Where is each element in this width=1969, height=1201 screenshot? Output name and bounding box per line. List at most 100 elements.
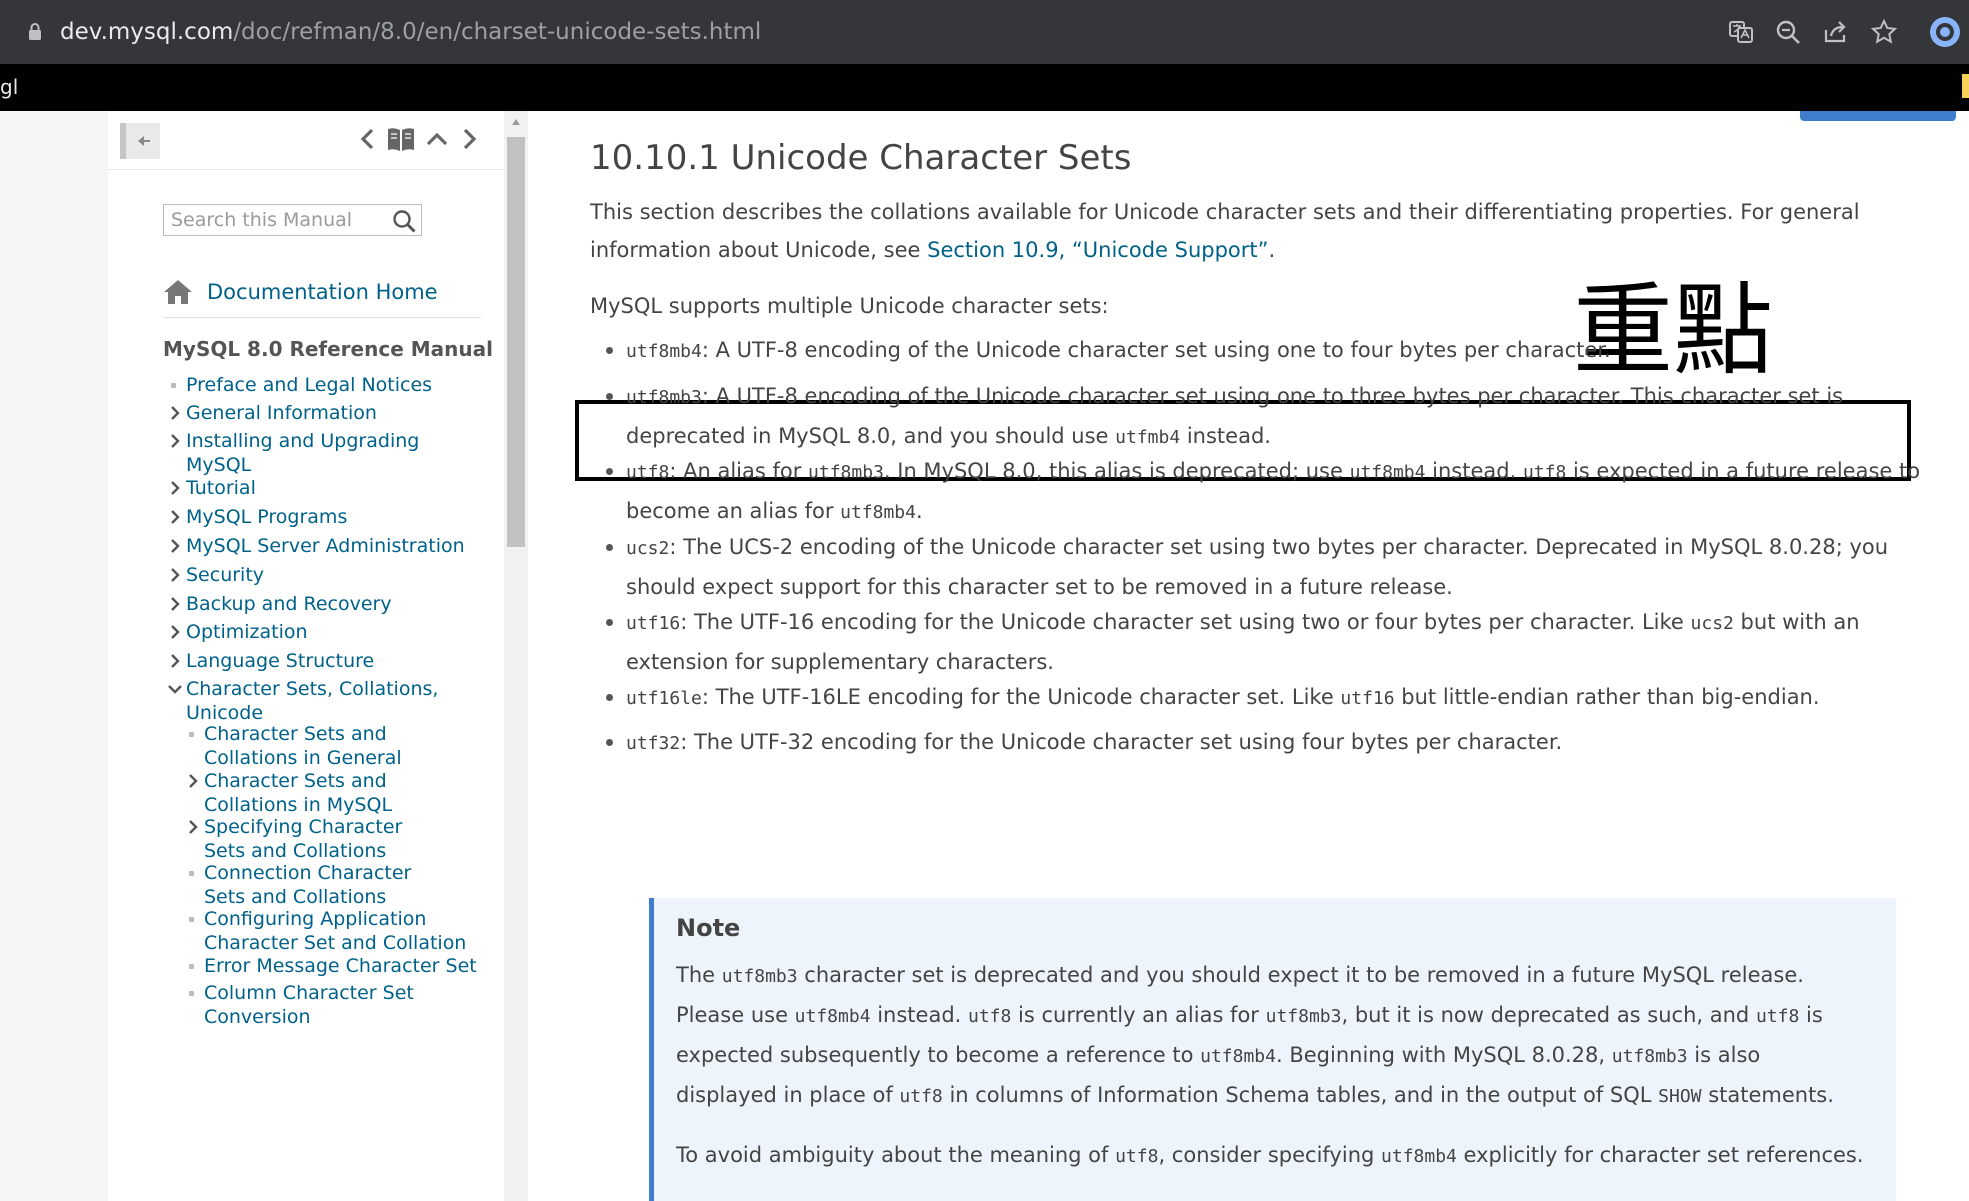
url-field[interactable]: dev.mysql.com/doc/refman/8.0/en/charset-… (60, 16, 761, 48)
unicode-support-link[interactable]: Section 10.9, “Unicode Support” (927, 238, 1268, 262)
bullet-marker (186, 861, 200, 885)
toc-item-label: Security (186, 564, 265, 586)
toc-item-tutorial[interactable]: Tutorial (171, 476, 486, 500)
note-title: Note (676, 914, 741, 942)
divider (163, 317, 481, 318)
inline-code: utf8mb3 (1611, 1046, 1688, 1067)
next-page-icon[interactable] (456, 125, 482, 153)
collapse-sidebar-button[interactable] (120, 123, 160, 159)
charset-code: utf8 (626, 462, 670, 483)
toc-item-preface[interactable]: Preface and Legal Notices (171, 373, 486, 397)
chevron-right-icon (171, 510, 180, 524)
toc-subitem-error-message[interactable]: Error Message Character Set (189, 954, 484, 978)
list-item-ucs2: ucs2: The UCS-2 encoding of the Unicode … (606, 528, 1936, 606)
zoom-out-icon[interactable] (1774, 18, 1802, 46)
share-icon[interactable] (1822, 18, 1850, 46)
page-left-margin (0, 111, 108, 1201)
charset-code: ucs2 (626, 538, 670, 559)
top-action-button[interactable] (1800, 111, 1956, 121)
intro-paragraph: This section describes the collations av… (590, 193, 1969, 269)
inline-code: utf8 (968, 1006, 1012, 1027)
note-paragraph: To avoid ambiguity about the meaning of … (676, 1143, 1864, 1167)
chevron-right-icon (189, 820, 198, 834)
item-text: : The UCS-2 encoding of the Unicode char… (626, 535, 1889, 599)
url-host: dev.mysql.com (60, 19, 234, 45)
bullet-marker (186, 981, 200, 1005)
main-content: 10.10.1 Unicode Character Sets This sect… (528, 111, 1969, 1201)
charset-code: utf8mb3 (626, 387, 702, 408)
toc-subitem-column-conversion[interactable]: Column Character Set Conversion (189, 981, 444, 1029)
toc-subitem-specifying[interactable]: Specifying Character Sets and Collations (189, 815, 444, 863)
arrow-left-icon (138, 136, 150, 146)
bullet-marker (186, 722, 200, 746)
charset-code: utf32 (626, 733, 681, 754)
list-item-utf16: utf16: The UTF-16 encoding for the Unico… (606, 603, 1916, 681)
inline-code: utf8 (1522, 462, 1567, 483)
search-input[interactable] (164, 205, 391, 235)
charset-code: utf16 (626, 613, 681, 634)
list-bullet (606, 544, 613, 551)
toc-item-label: Tutorial (186, 477, 256, 499)
previous-page-icon[interactable] (355, 125, 381, 153)
inline-code: utfmb4 (1115, 427, 1181, 448)
toc-item-label: Language Structure (186, 650, 375, 672)
item-text: instead. (1180, 424, 1271, 448)
chevron-right-icon (171, 568, 180, 582)
toc-subitem-configuring[interactable]: Configuring Application Character Set an… (189, 907, 469, 955)
toc-item-backup-recovery[interactable]: Backup and Recovery (171, 592, 486, 616)
toc-item-language-structure[interactable]: Language Structure (171, 649, 486, 673)
scroll-up-arrow-icon[interactable] (511, 118, 521, 126)
toc-subitem-charsets-general[interactable]: Character Sets and Collations in General (189, 722, 424, 770)
toc-item-label: Character Sets and Collations in General (204, 723, 402, 769)
divider (108, 169, 504, 170)
search-box (163, 204, 422, 236)
list-bullet (606, 694, 613, 701)
toc-item-installing[interactable]: Installing and Upgrading MySQL (171, 429, 426, 477)
chevron-right-icon (171, 654, 180, 668)
toc-item-security[interactable]: Security (171, 563, 486, 587)
sidebar-scrollbar[interactable] (504, 111, 528, 1201)
chevron-right-icon (189, 774, 198, 788)
toc-item-label: Error Message Character Set (204, 955, 477, 977)
toc-item-server-administration[interactable]: MySQL Server Administration (171, 534, 486, 558)
sidebar: Documentation Home MySQL 8.0 Reference M… (108, 111, 505, 1201)
translate-icon[interactable] (1727, 18, 1755, 46)
manual-title: MySQL 8.0 Reference Manual (163, 337, 493, 361)
list-item-utf16le: utf16le: The UTF-16LE encoding for the U… (606, 678, 1926, 718)
list-item-utf8mb4: utf8mb4: A UTF-8 encoding of the Unicode… (606, 331, 1926, 371)
toc-subitem-connection[interactable]: Connection Character Sets and Collations (189, 861, 444, 909)
chevron-right-icon (171, 539, 180, 553)
toc-item-label: Installing and Upgrading MySQL (186, 430, 420, 476)
toc-item-character-sets[interactable]: Character Sets, Collations, Unicode (168, 677, 441, 725)
page-title: 10.10.1 Unicode Character Sets (590, 138, 1132, 178)
up-level-icon[interactable] (424, 125, 450, 153)
chevron-right-icon (171, 481, 180, 495)
charset-code: utf16le (626, 688, 702, 709)
bullet-marker (168, 373, 182, 397)
star-icon[interactable] (1870, 18, 1898, 46)
inline-code: ucs2 (1690, 613, 1734, 634)
inline-code: utf8mb4 (794, 1006, 871, 1027)
chevron-right-icon (171, 597, 180, 611)
bookmark-item[interactable]: gl (0, 73, 18, 101)
search-icon[interactable] (391, 208, 417, 234)
list-bullet (606, 468, 613, 475)
scrollbar-thumb[interactable] (507, 137, 525, 547)
profile-avatar-icon[interactable] (1929, 16, 1961, 48)
list-item-utf8: utf8: An alias for utf8mb3. In MySQL 8.0… (606, 452, 1926, 532)
toc-item-optimization[interactable]: Optimization (171, 620, 486, 644)
toc-item-label: Connection Character Sets and Collations (204, 862, 412, 908)
bookmark-folder-icon[interactable] (1962, 74, 1969, 98)
toc-item-general-information[interactable]: General Information (171, 401, 486, 425)
book-contents-icon[interactable] (386, 125, 416, 153)
inline-code: utf16 (1340, 688, 1395, 709)
toc-item-label: MySQL Server Administration (186, 535, 465, 557)
bookmarks-bar: gl (0, 64, 1969, 111)
chevron-right-icon (171, 406, 180, 420)
toc-item-mysql-programs[interactable]: MySQL Programs (171, 505, 486, 529)
toc-item-label: Character Sets, Collations, Unicode (186, 678, 439, 724)
item-text: : The UTF-32 encoding for the Unicode ch… (680, 730, 1563, 754)
chevron-right-icon (171, 434, 180, 448)
list-bullet (606, 739, 613, 746)
toc-subitem-charsets-mysql[interactable]: Character Sets and Collations in MySQL (189, 769, 424, 817)
